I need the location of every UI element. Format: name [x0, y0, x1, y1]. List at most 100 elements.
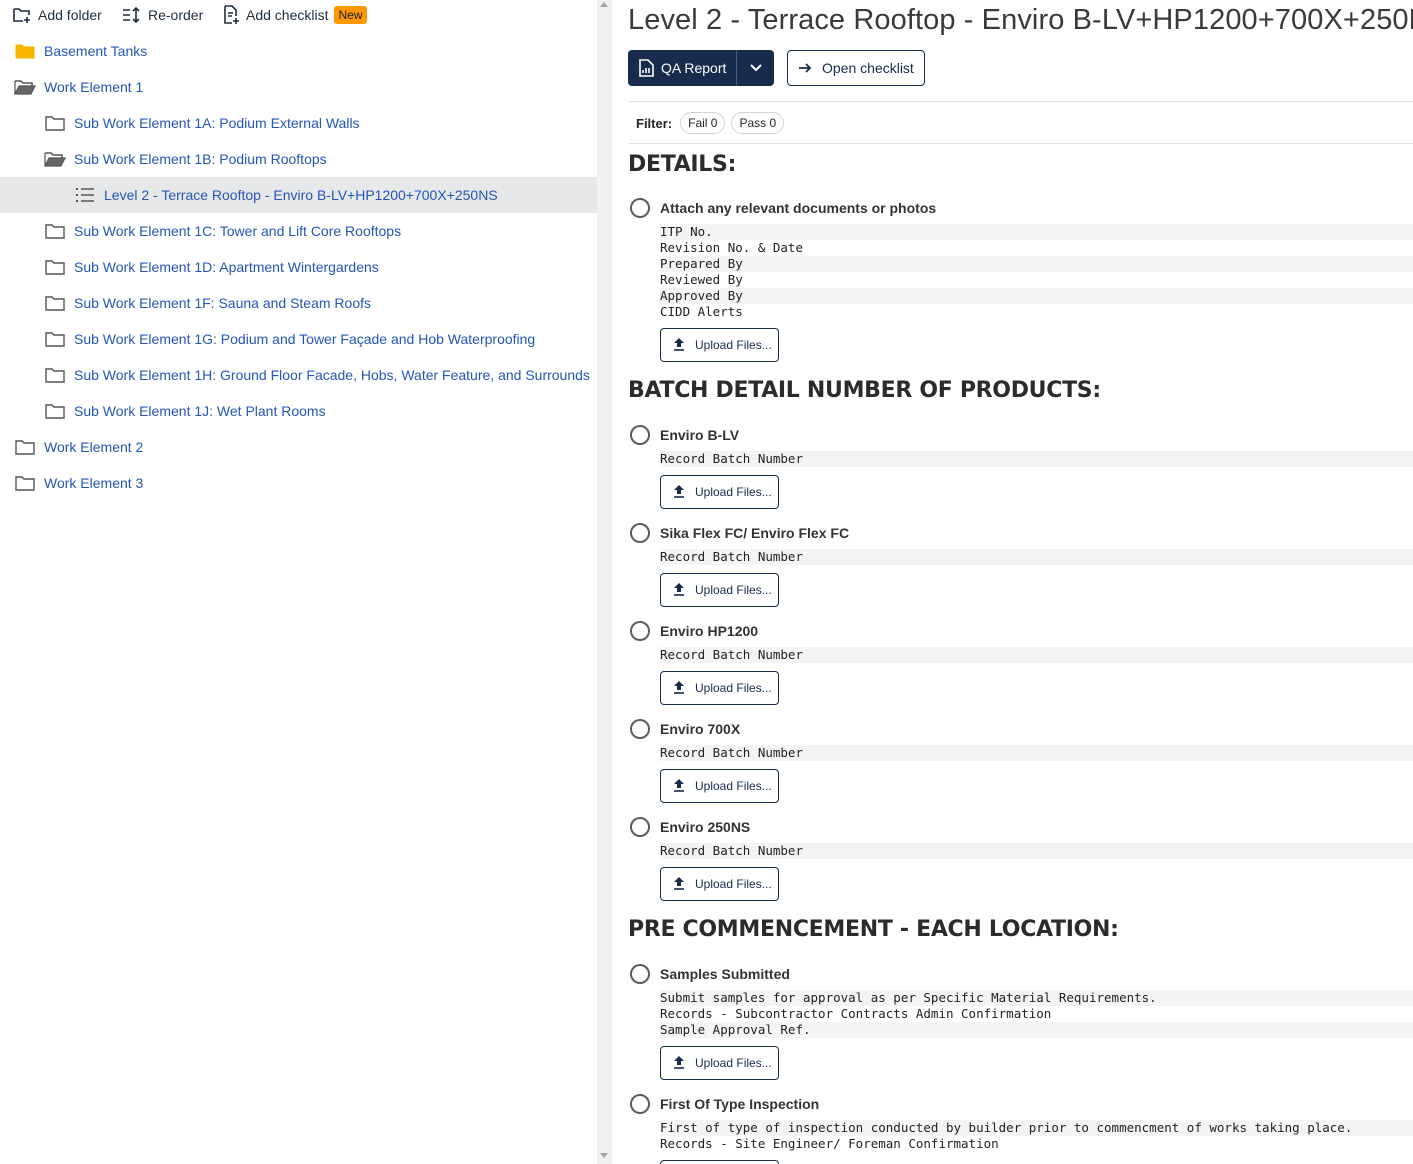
tree-panel: Add folder Re-order Add checklist New Ba…: [0, 0, 597, 1164]
upload-files-label: Upload Files...: [695, 779, 772, 793]
report-icon: [639, 59, 654, 77]
tree-item[interactable]: Sub Work Element 1C: Tower and Lift Core…: [0, 213, 597, 249]
checklist-item-note: CIDD Alerts: [660, 304, 743, 319]
pass-filter-pill[interactable]: Pass 0: [731, 112, 785, 134]
reorder-icon: [123, 6, 140, 24]
checklist-item-title: Enviro 700X: [660, 721, 741, 737]
add-folder-label: Add folder: [38, 7, 102, 23]
checklist-item-note: Revision No. & Date: [660, 240, 803, 255]
upload-files-button[interactable]: Upload Files...: [660, 1160, 779, 1164]
upload-files-button[interactable]: Upload Files...: [660, 671, 779, 705]
tree-item-label: Work Element 1: [44, 79, 144, 95]
tree-item-label: Sub Work Element 1A: Podium External Wal…: [74, 115, 360, 131]
checklist-item-note: Reviewed By: [660, 272, 743, 287]
add-folder-icon: [13, 8, 30, 23]
tree-item[interactable]: Work Element 1: [0, 69, 597, 105]
checklist-item-note: Records - Subcontractor Contracts Admin …: [660, 1006, 1052, 1021]
open-checklist-button[interactable]: Open checklist: [787, 50, 925, 86]
open-checklist-label: Open checklist: [822, 60, 914, 76]
checklist-item-note: Records - Site Engineer/ Foreman Confirm…: [660, 1136, 999, 1151]
checklist-item-title: Attach any relevant documents or photos: [660, 200, 937, 216]
folder-icon: [14, 474, 36, 492]
filter-label: Filter:: [636, 115, 673, 131]
arrow-right-icon: [799, 63, 812, 73]
checklist-item-title: Sika Flex FC/ Enviro Flex FC: [660, 525, 850, 541]
tree-item-label: Level 2 - Terrace Rooftop - Enviro B-LV+…: [104, 187, 498, 203]
upload-icon: [672, 337, 695, 354]
status-radio[interactable]: [630, 1094, 650, 1114]
tree-item[interactable]: Sub Work Element 1A: Podium External Wal…: [0, 105, 597, 141]
tree-item[interactable]: Work Element 2: [0, 429, 597, 465]
chevron-down-icon: [750, 64, 762, 72]
page-title: Level 2 - Terrace Rooftop - Enviro B-LV+…: [628, 4, 1413, 36]
qa-report-label: QA Report: [661, 60, 727, 76]
upload-files-label: Upload Files...: [695, 485, 772, 499]
tree-scrollbar[interactable]: [597, 0, 612, 1164]
upload-files-label: Upload Files...: [695, 338, 772, 352]
add-checklist-icon: [224, 5, 239, 24]
checklist-item-note: Sample Approval Ref.: [660, 1022, 1413, 1038]
tree-item-label: Sub Work Element 1F: Sauna and Steam Roo…: [74, 295, 372, 311]
tree-item[interactable]: Sub Work Element 1B: Podium Rooftops: [0, 141, 597, 177]
scroll-up-arrow-icon[interactable]: [600, 2, 608, 7]
upload-icon: [672, 778, 695, 795]
divider: [628, 143, 1413, 144]
tree-item-label: Sub Work Element 1H: Ground Floor Facade…: [74, 367, 590, 383]
folder-icon: [44, 294, 66, 312]
upload-files-button[interactable]: Upload Files...: [660, 328, 779, 362]
section-heading: DETAILS:: [628, 152, 737, 177]
upload-files-button[interactable]: Upload Files...: [660, 475, 779, 509]
status-radio[interactable]: [630, 964, 650, 984]
qa-report-dropdown-toggle[interactable]: [737, 50, 774, 86]
folder-open-icon: [14, 78, 36, 96]
tree-item[interactable]: Sub Work Element 1F: Sauna and Steam Roo…: [0, 285, 597, 321]
folder-icon: [44, 330, 66, 348]
status-radio[interactable]: [630, 523, 650, 543]
upload-files-button[interactable]: Upload Files...: [660, 769, 779, 803]
upload-icon: [672, 680, 695, 697]
upload-icon: [672, 582, 695, 599]
tree-item[interactable]: Sub Work Element 1J: Wet Plant Rooms: [0, 393, 597, 429]
add-checklist-label: Add checklist: [246, 7, 329, 23]
tree-item[interactable]: Level 2 - Terrace Rooftop - Enviro B-LV+…: [0, 177, 597, 213]
checklist-item-note: Record Batch Number: [660, 647, 1413, 663]
tree-item[interactable]: Work Element 3: [0, 465, 597, 501]
tree-item-label: Sub Work Element 1D: Apartment Wintergar…: [74, 259, 379, 275]
upload-files-button[interactable]: Upload Files...: [660, 573, 779, 607]
checklist-item-note: ITP No.: [660, 224, 1413, 240]
upload-files-button[interactable]: Upload Files...: [660, 1046, 779, 1080]
status-radio[interactable]: [630, 425, 650, 445]
qa-report-button-group: QA Report: [628, 50, 775, 86]
checklist-item-title: Enviro 250NS: [660, 819, 751, 835]
section-heading: BATCH DETAIL NUMBER OF PRODUCTS:: [628, 378, 1101, 403]
section-heading: PRE COMMENCEMENT - EACH LOCATION:: [628, 917, 1119, 942]
folder-icon: [44, 114, 66, 132]
scroll-down-arrow-icon[interactable]: [600, 1153, 608, 1158]
list-icon: [74, 186, 96, 204]
tree-item[interactable]: Sub Work Element 1H: Ground Floor Facade…: [0, 357, 597, 393]
status-radio[interactable]: [630, 817, 650, 837]
checklist-item-note: Approved By: [660, 288, 1413, 304]
add-checklist-button[interactable]: Add checklist New: [222, 4, 367, 26]
tree-item[interactable]: Basement Tanks: [0, 33, 597, 69]
status-radio[interactable]: [630, 198, 650, 218]
folder-icon: [14, 438, 36, 456]
status-radio[interactable]: [630, 621, 650, 641]
reorder-button[interactable]: Re-order: [122, 4, 203, 26]
qa-report-button[interactable]: QA Report: [628, 50, 738, 86]
tree-item[interactable]: Sub Work Element 1G: Podium and Tower Fa…: [0, 321, 597, 357]
checklist-item-title: Enviro B-LV: [660, 427, 740, 443]
tree-item-label: Work Element 3: [44, 475, 144, 491]
tree-item-label: Basement Tanks: [44, 43, 148, 59]
add-folder-button[interactable]: Add folder: [12, 4, 102, 26]
fail-filter-pill[interactable]: Fail 0: [680, 112, 726, 134]
checklist-item-title: First Of Type Inspection: [660, 1096, 820, 1112]
upload-files-label: Upload Files...: [695, 1056, 772, 1070]
checklist-item-note: Submit samples for approval as per Speci…: [660, 990, 1413, 1006]
tree-item-label: Sub Work Element 1B: Podium Rooftops: [74, 151, 327, 167]
tree-item-label: Sub Work Element 1G: Podium and Tower Fa…: [74, 331, 536, 347]
status-radio[interactable]: [630, 719, 650, 739]
upload-files-button[interactable]: Upload Files...: [660, 867, 779, 901]
upload-files-label: Upload Files...: [695, 681, 772, 695]
tree-item[interactable]: Sub Work Element 1D: Apartment Wintergar…: [0, 249, 597, 285]
